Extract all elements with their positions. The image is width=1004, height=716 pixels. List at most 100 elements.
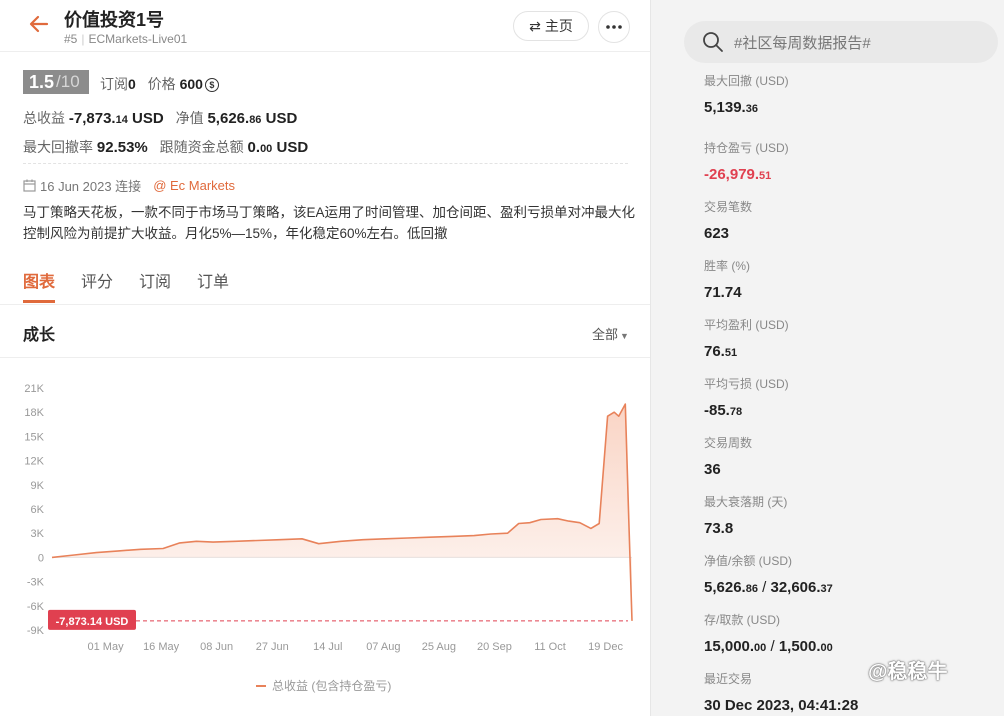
tab-orders[interactable]: 订单 <box>197 268 229 292</box>
rating-denominator: /10 <box>56 72 80 91</box>
search-bar[interactable]: #社区每周数据报告# <box>684 21 998 63</box>
stat-item: 胜率 (%) 71.74 <box>704 257 750 301</box>
last-value-label: -7,873.14 USD <box>56 616 129 628</box>
legend-label: 总收益 (包含持仓盈亏) <box>272 678 391 693</box>
stat-label: 交易周数 <box>704 436 753 450</box>
stat-value: 73.8 <box>704 520 734 537</box>
watermark: @稳稳牛 <box>868 661 948 683</box>
stat-item: 交易笔数 623 <box>704 198 752 242</box>
growth-area <box>52 404 632 621</box>
price-value: 600 <box>179 76 203 92</box>
dashed-divider <box>23 163 628 164</box>
drawdown-line: 最大回撤率 92.53% 跟随资金总额 0.00 USD <box>23 137 308 157</box>
x-tick-label: 19 Dec <box>588 641 623 653</box>
search-placeholder: #社区每周数据报告# <box>734 34 871 52</box>
page-title: 价值投资1号 <box>64 10 165 30</box>
subscribe-count: 0 <box>128 76 136 92</box>
stat-label: 平均亏损 (USD) <box>704 377 789 391</box>
stat-item: 交易周数 36 <box>704 434 752 478</box>
stat-value: 36 <box>704 461 721 478</box>
search-icon <box>703 32 723 52</box>
tab-chart[interactable]: 图表 <box>23 268 56 303</box>
y-tick-label: -9K <box>27 625 45 637</box>
follow-funds-label: 跟随资金总额 <box>159 139 244 155</box>
connect-info: 16 Jun 2023 连接 @ Ec Markets <box>23 176 235 195</box>
range-label: 全部 <box>592 327 619 342</box>
back-arrow-icon[interactable] <box>27 12 51 36</box>
y-tick-label: 3K <box>31 528 45 540</box>
stat-value: -85.78 <box>704 402 743 419</box>
stat-value: 71.74 <box>704 284 742 301</box>
stat-item: 平均盈利 (USD) 76.51 <box>704 316 789 360</box>
stat-value: 76.51 <box>704 343 738 360</box>
tab-rating[interactable]: 评分 <box>81 268 113 292</box>
more-options-button[interactable] <box>598 11 630 43</box>
max-dd-rate-value: 92.53% <box>96 139 148 156</box>
stat-value: 5,626.86 / 32,606.37 <box>704 579 833 596</box>
subscribe-label: 订阅 <box>100 76 128 92</box>
x-tick-label: 14 Jul <box>313 641 342 653</box>
x-tick-label: 25 Aug <box>422 641 456 653</box>
account-subtitle: #5 | ECMarkets-Live01 <box>64 32 188 46</box>
stat-value: 623 <box>704 225 730 242</box>
follow-funds-value: 0.00 USD <box>247 139 309 156</box>
home-button-label: 主页 <box>544 18 573 34</box>
y-tick-label: 12K <box>24 456 44 468</box>
y-tick-label: 21K <box>24 383 44 395</box>
growth-chart: 21K 18K 15K 12K 9K 6K 3K 0 -3K -6K -9K 01 May 16 May… <box>24 383 633 693</box>
y-tick-label: -6K <box>27 601 45 613</box>
coin-icon: $ <box>204 78 219 93</box>
stat-label: 存/取款 (USD) <box>704 613 780 627</box>
price-label: 价格 <box>147 76 176 92</box>
growth-line <box>51 403 633 621</box>
y-tick-label: 6K <box>31 504 45 516</box>
caret-down-icon: ▼ <box>620 331 629 341</box>
account-name: ECMarkets-Live01 <box>88 32 188 46</box>
stat-label: 最近交易 <box>704 672 753 686</box>
connect-date: 16 Jun 2023 连接 <box>40 179 142 194</box>
stat-label: 平均盈利 (USD) <box>704 318 789 332</box>
rank-label: #5 <box>64 32 78 46</box>
x-tick-label: 27 Jun <box>256 641 289 653</box>
stat-item: 最近交易 30 Dec 2023, 04:41:28 <box>704 670 858 714</box>
tab-subscribe[interactable]: 订阅 <box>139 268 171 292</box>
x-tick-label: 01 May <box>88 641 125 653</box>
x-tick-label: 20 Sep <box>477 641 512 653</box>
more-dots-icon <box>606 25 622 29</box>
stat-item: 净值/余额 (USD) 5,626.86 / 32,606.37 <box>704 552 833 596</box>
stat-label: 交易笔数 <box>704 200 753 214</box>
strategy-detail-panel: 价值投资1号 #5 | ECMarkets-Live01 ⇄ 主页 1.5/10 订… <box>0 0 651 716</box>
stat-label: 最大回撤 (USD) <box>704 74 789 88</box>
x-tick-label: 11 Oct <box>534 641 566 653</box>
total-profit-value: -7,873.14 USD <box>68 110 164 127</box>
stat-value: 30 Dec 2023, 04:41:28 <box>704 697 859 714</box>
profit-line: 总收益 -7,873.14 USD 净值 5,626.86 USD <box>23 108 297 128</box>
y-tick-label: 9K <box>31 480 45 492</box>
y-tick-label: 18K <box>24 407 44 419</box>
total-profit-label: 总收益 <box>23 110 65 126</box>
stat-value: 5,139.36 <box>704 99 758 116</box>
stat-item: 存/取款 (USD) 15,000.00 / 1,500.00 <box>704 611 833 655</box>
strategy-description: 马丁策略天花板，一款不同于市场马丁策略，该EA运用了时间管理、加仓间距、盈利亏损… <box>23 205 636 241</box>
y-tick-label: -3K <box>27 577 45 589</box>
subscription-meta: 订阅0 价格 600 $ <box>100 74 219 94</box>
growth-title: 成长 <box>23 327 56 344</box>
max-dd-rate-label: 最大回撤率 <box>23 139 93 155</box>
range-dropdown[interactable]: 全部 ▼ <box>592 324 629 343</box>
broker-link[interactable]: @ Ec Markets <box>153 178 235 193</box>
stat-value: -26,979.51 <box>704 166 772 183</box>
stat-item: 最大衰落期 (天) 73.8 <box>704 493 787 537</box>
stat-label: 胜率 (%) <box>704 259 750 273</box>
swap-icon: ⇄ <box>529 17 541 34</box>
rating-badge: 1.5/10 <box>23 70 89 94</box>
x-tick-label: 08 Jun <box>200 641 233 653</box>
tabs-divider <box>0 304 650 305</box>
net-label: 净值 <box>175 110 204 126</box>
stat-label: 最大衰落期 (天) <box>704 495 788 509</box>
stat-value: 15,000.00 / 1,500.00 <box>704 638 833 655</box>
x-tick-label: 16 May <box>143 641 180 653</box>
stat-item: 最大回撤 (USD) 5,139.36 <box>704 72 789 116</box>
y-tick-label: 0 <box>38 552 44 564</box>
home-button[interactable]: ⇄ 主页 <box>513 11 589 41</box>
header-divider <box>0 51 650 52</box>
